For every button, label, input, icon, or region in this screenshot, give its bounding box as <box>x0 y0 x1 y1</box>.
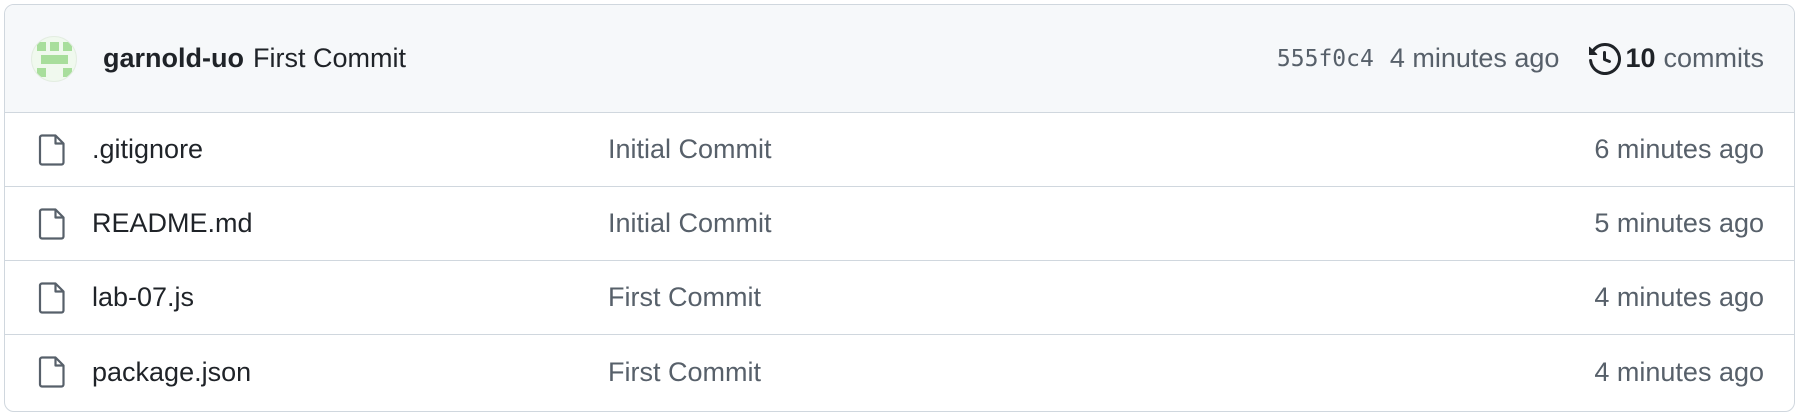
history-icon <box>1589 42 1622 75</box>
file-icon <box>38 356 65 388</box>
file-commit-message-link[interactable]: Initial Commit <box>608 134 772 165</box>
commits-history-link[interactable]: 10 commits <box>1589 42 1765 75</box>
latest-commit-message[interactable]: First Commit <box>253 43 406 74</box>
file-row[interactable]: package.json First Commit 4 minutes ago <box>5 335 1794 409</box>
latest-commit-bar: garnold-uo First Commit 555f0c4 4 minute… <box>5 5 1794 113</box>
file-name-link[interactable]: lab-07.js <box>92 282 608 313</box>
file-icon <box>38 133 65 166</box>
file-name-link[interactable]: README.md <box>92 208 608 239</box>
file-commit-message-link[interactable]: Initial Commit <box>608 208 772 239</box>
file-icon <box>38 207 65 240</box>
file-row[interactable]: README.md Initial Commit 5 minutes ago <box>5 187 1794 261</box>
file-commit-age: 6 minutes ago <box>1594 134 1764 164</box>
file-name-link[interactable]: package.json <box>92 357 608 388</box>
file-commit-message-link[interactable]: First Commit <box>608 357 761 388</box>
author-avatar[interactable] <box>31 35 77 82</box>
commit-count: 10 <box>1625 43 1656 73</box>
file-icon <box>38 281 65 314</box>
file-commit-age: 4 minutes ago <box>1594 282 1764 312</box>
file-commit-age: 4 minutes ago <box>1594 356 1764 387</box>
commit-age: 4 minutes ago <box>1389 43 1560 73</box>
repo-file-browser: garnold-uo First Commit 555f0c4 4 minute… <box>4 4 1795 412</box>
file-row[interactable]: .gitignore Initial Commit 6 minutes ago <box>5 113 1794 187</box>
file-commit-message-link[interactable]: First Commit <box>608 282 761 313</box>
file-name-link[interactable]: .gitignore <box>92 134 608 165</box>
commit-sha-link[interactable]: 555f0c4 <box>1277 46 1374 72</box>
file-row[interactable]: lab-07.js First Commit 4 minutes ago <box>5 261 1794 335</box>
file-commit-age: 5 minutes ago <box>1594 208 1764 238</box>
commit-author-link[interactable]: garnold-uo <box>103 43 244 74</box>
commits-label: commits <box>1663 43 1765 73</box>
